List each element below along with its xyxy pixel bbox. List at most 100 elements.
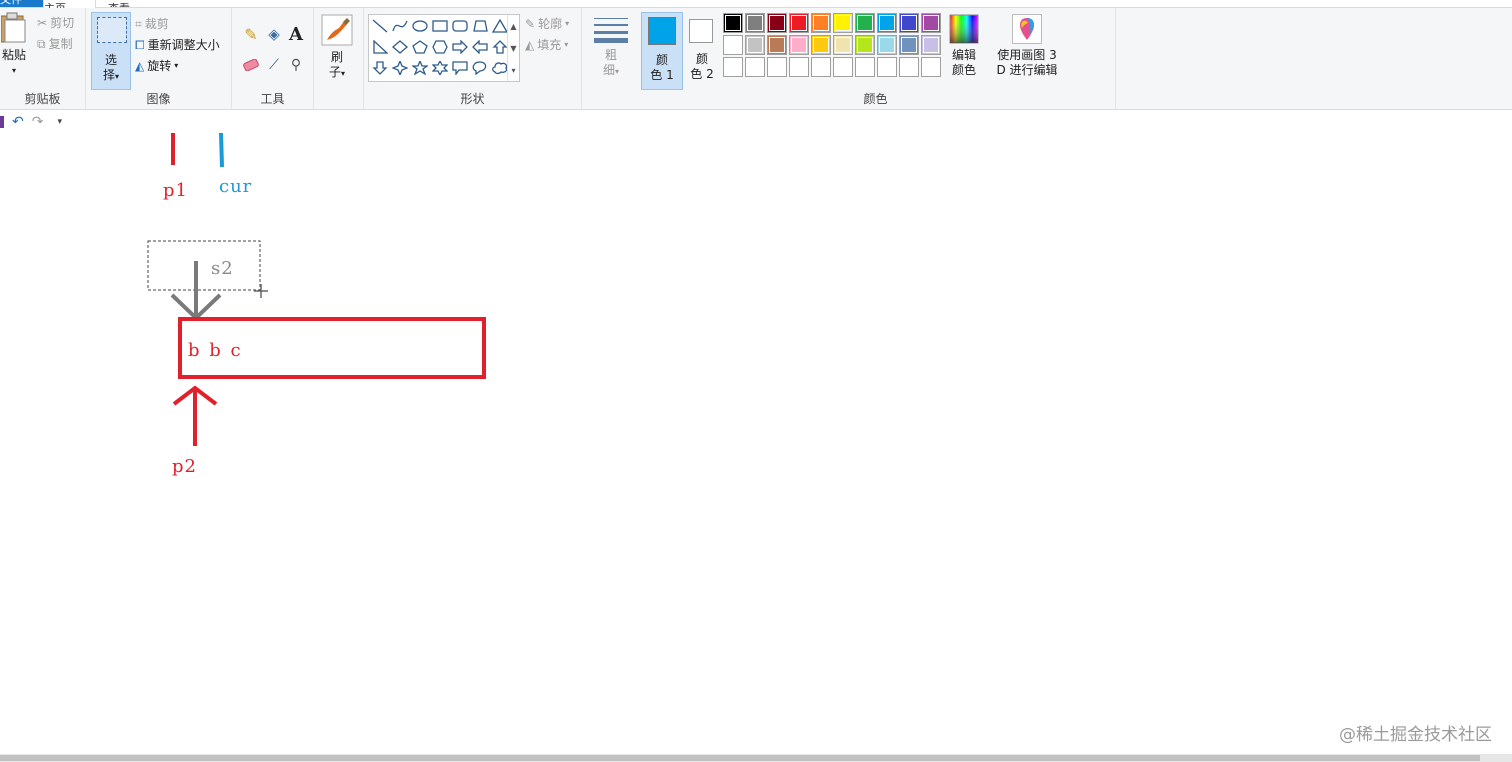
horizontal-scrollbar[interactable] [0, 754, 1512, 762]
customize-toolbar-icon[interactable]: ▾ [57, 117, 62, 127]
palette-swatch[interactable] [811, 35, 831, 55]
shape-curve-icon[interactable] [390, 15, 410, 36]
crop-button[interactable]: ⌗ 裁剪 [135, 15, 169, 33]
palette-swatch[interactable] [789, 57, 809, 77]
eraser-icon[interactable] [241, 55, 261, 75]
palette-swatch[interactable] [877, 35, 897, 55]
color-picker-icon[interactable]: ⟋ [264, 55, 284, 75]
scroll-down-icon[interactable]: ▼ [510, 44, 516, 53]
rotate-button[interactable]: ◭ 旋转 ▾ [135, 57, 178, 75]
scroll-up-icon[interactable]: ▲ [510, 22, 516, 31]
palette-swatch[interactable] [921, 13, 941, 33]
edit-colors-label-line2: 颜色 [951, 63, 976, 77]
palette-swatch[interactable] [855, 13, 875, 33]
palette-swatch[interactable] [877, 57, 897, 77]
outline-icon: ✎ [525, 17, 536, 31]
magnifier-icon[interactable]: ⚲ [286, 55, 306, 75]
text-tool-glyph: A [289, 23, 303, 45]
palette-swatch[interactable] [833, 35, 853, 55]
shape-rect-callout-icon[interactable] [450, 57, 470, 78]
palette-swatch[interactable] [899, 13, 919, 33]
palette-swatch[interactable] [789, 35, 809, 55]
shape-polygon-icon[interactable] [470, 15, 490, 36]
p2-label: p2 [172, 456, 197, 477]
fill-button[interactable]: ◭ 填充 ▾ [525, 36, 568, 54]
palette-swatch[interactable] [855, 35, 875, 55]
fill-dropdown-icon[interactable]: ▾ [564, 36, 568, 54]
shape-pentagon-icon[interactable] [410, 36, 430, 57]
palette-swatch[interactable] [745, 57, 765, 77]
shapes-gallery: ▲ ▼ ▾ [368, 14, 520, 82]
fill-label: 填充 [537, 38, 562, 52]
palette-swatch[interactable] [811, 57, 831, 77]
resize-button[interactable]: ⧠ 重新调整大小 [135, 36, 220, 54]
size-button[interactable]: 粗 细▾ [590, 16, 632, 79]
palette-swatch[interactable] [877, 13, 897, 33]
shape-oval-icon[interactable] [410, 15, 430, 36]
shape-right-arrow-icon[interactable] [450, 36, 470, 57]
palette-swatch[interactable] [855, 57, 875, 77]
brushes-dropdown-icon[interactable]: ▾ [341, 69, 345, 78]
palette-swatch[interactable] [723, 35, 743, 55]
text-tool-icon[interactable]: A [286, 23, 306, 45]
outline-button[interactable]: ✎ 轮廓 ▾ [525, 15, 569, 33]
paint3d-button[interactable]: 使用画图 3 D 进行编辑 [994, 14, 1060, 78]
rotate-icon: ◭ [135, 59, 145, 73]
redo-icon[interactable]: ↷ [32, 114, 44, 130]
clipboard-group: 粘贴 ▾ ✂ 剪切 ⧉ 复制 剪贴板 [0, 8, 86, 109]
shape-rectangle-icon[interactable] [430, 15, 450, 36]
palette-swatch[interactable] [921, 57, 941, 77]
palette-swatch[interactable] [899, 35, 919, 55]
palette-swatch[interactable] [899, 57, 919, 77]
color2-button[interactable]: 颜 色 2 [686, 12, 718, 90]
outline-dropdown-icon[interactable]: ▾ [565, 15, 569, 33]
select-dropdown-icon[interactable]: ▾ [115, 72, 119, 81]
palette-swatch[interactable] [921, 35, 941, 55]
more-shapes-icon[interactable]: ▾ [511, 66, 515, 75]
palette-swatch[interactable] [833, 13, 853, 33]
outline-label: 轮廓 [538, 17, 563, 31]
shape-five-point-star-icon[interactable] [410, 57, 430, 78]
paste-dropdown-icon[interactable]: ▾ [0, 63, 28, 78]
palette-swatch[interactable] [745, 13, 765, 33]
palette-swatch[interactable] [723, 13, 743, 33]
pencil-icon[interactable]: ✎ [241, 24, 261, 44]
brushes-button[interactable]: 刷 子▾ [318, 14, 356, 81]
save-icon[interactable] [0, 116, 4, 128]
paste-button[interactable]: 粘贴 ▾ [0, 12, 28, 78]
fill-bucket-icon[interactable]: ◈ [264, 24, 284, 44]
rotate-dropdown-icon[interactable]: ▾ [174, 57, 178, 75]
horizontal-scrollbar-thumb[interactable] [0, 755, 1480, 761]
drawing-canvas[interactable]: p1 cur s2 b b c p2 [0, 130, 1512, 754]
select-button[interactable]: 选 择▾ [91, 12, 131, 90]
shapes-scrollbar[interactable]: ▲ ▼ ▾ [507, 15, 519, 81]
tab-view[interactable]: 查看 [108, 0, 138, 7]
color1-button[interactable]: 颜 色 1 [641, 12, 683, 90]
shape-rounded-rectangle-icon[interactable] [450, 15, 470, 36]
shape-diamond-icon[interactable] [390, 36, 410, 57]
palette-swatch[interactable] [767, 35, 787, 55]
palette-swatch[interactable] [767, 57, 787, 77]
shape-six-point-star-icon[interactable] [430, 57, 450, 78]
palette-swatch[interactable] [789, 13, 809, 33]
palette-swatch[interactable] [811, 13, 831, 33]
tab-file[interactable]: 文件 [0, 0, 43, 7]
shape-hexagon-icon[interactable] [430, 36, 450, 57]
size-dropdown-icon[interactable]: ▾ [615, 67, 619, 76]
copy-button[interactable]: ⧉ 复制 [37, 35, 73, 53]
paint3d-icon [1012, 14, 1042, 44]
clipboard-group-label: 剪贴板 [24, 92, 61, 106]
palette-swatch[interactable] [723, 57, 743, 77]
cut-button[interactable]: ✂ 剪切 [37, 14, 74, 32]
shape-four-point-star-icon[interactable] [390, 57, 410, 78]
shape-right-triangle-icon[interactable] [370, 36, 390, 57]
palette-swatch[interactable] [833, 57, 853, 77]
undo-icon[interactable]: ↶ [12, 114, 24, 130]
edit-colors-button[interactable]: 编辑 颜色 [946, 14, 982, 78]
shape-oval-callout-icon[interactable] [470, 57, 490, 78]
shape-left-arrow-icon[interactable] [470, 36, 490, 57]
shape-line-icon[interactable] [370, 15, 390, 36]
shape-down-arrow-icon[interactable] [370, 57, 390, 78]
palette-swatch[interactable] [745, 35, 765, 55]
palette-swatch[interactable] [767, 13, 787, 33]
